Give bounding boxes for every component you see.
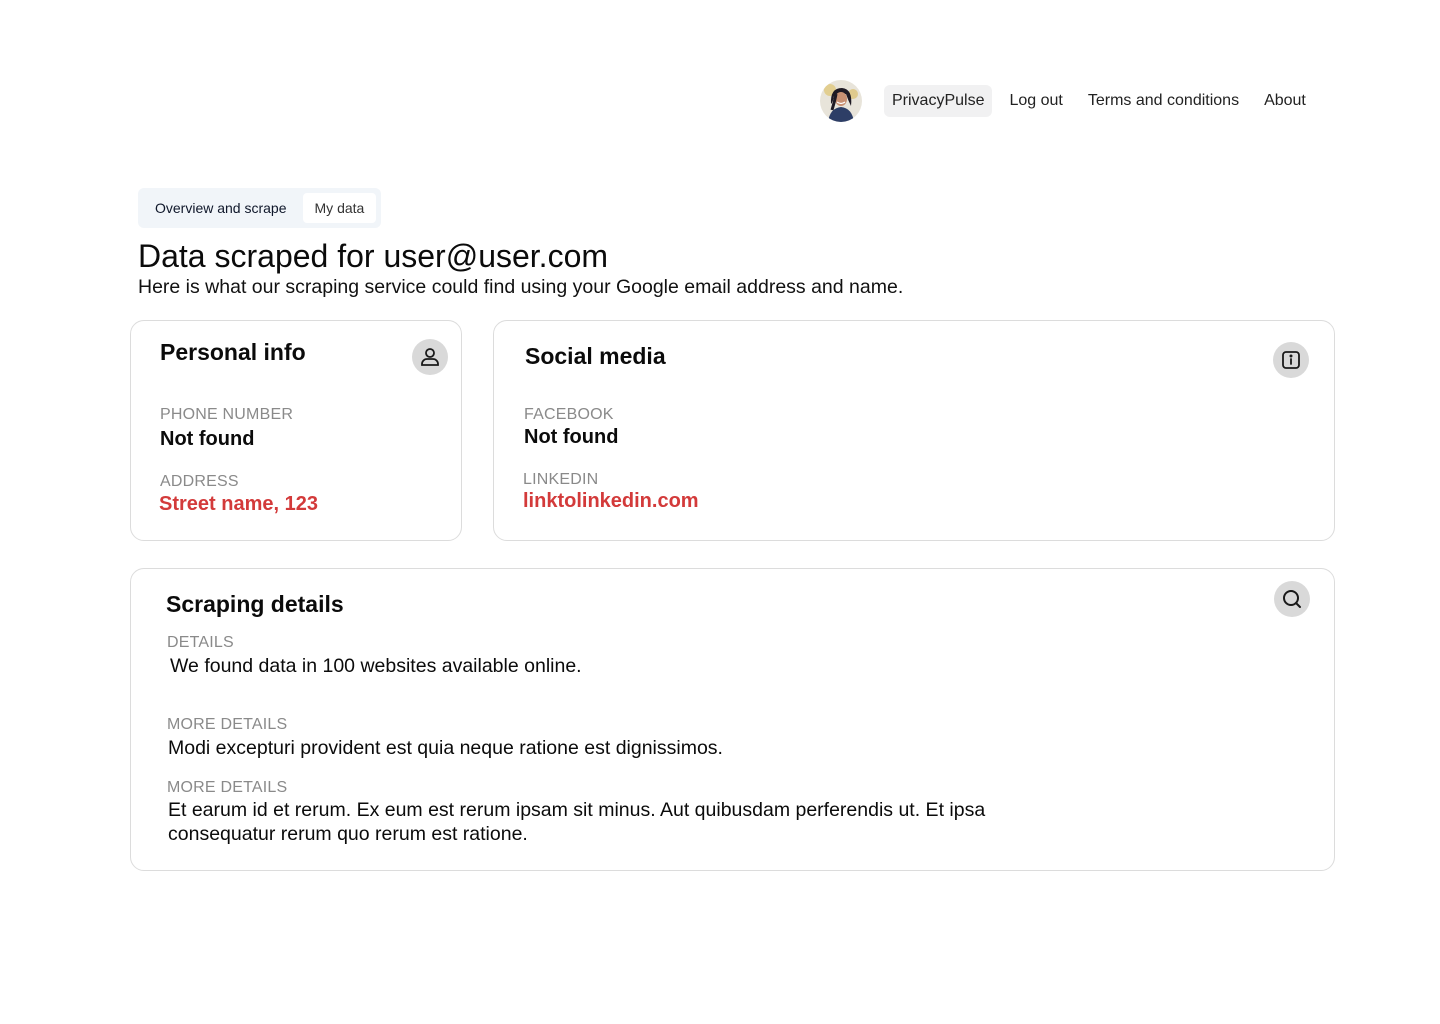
nav-brand-link[interactable]: PrivacyPulse xyxy=(884,85,993,117)
facebook-value: Not found xyxy=(524,426,619,448)
more-details-label-1: MORE DETAILS xyxy=(167,716,288,733)
top-nav: PrivacyPulse Log out Terms and condition… xyxy=(820,80,1323,122)
details-text: We found data in 100 websites available … xyxy=(170,655,582,677)
tab-bar: Overview and scrape My data xyxy=(138,188,382,228)
personal-info-card: Personal info PHONE NUMBER Not found ADD… xyxy=(130,320,462,541)
page: PrivacyPulse Log out Terms and condition… xyxy=(0,0,1440,1024)
facebook-label: FACEBOOK xyxy=(524,406,614,423)
address-label: ADDRESS xyxy=(160,473,239,490)
search-icon[interactable] xyxy=(1274,581,1310,617)
page-subtitle: Here is what our scraping service could … xyxy=(138,276,904,298)
scraping-details-title: Scraping details xyxy=(166,591,344,617)
social-media-card: Social media FACEBOOK Not found LINKEDIN… xyxy=(493,320,1335,541)
phone-number-label: PHONE NUMBER xyxy=(160,406,294,423)
avatar[interactable] xyxy=(820,80,862,122)
tab-my-data[interactable]: My data xyxy=(302,193,377,223)
user-icon[interactable] xyxy=(412,339,448,375)
more-details-text-2: Et earum id et rerum. Ex eum est rerum i… xyxy=(168,799,986,845)
details-label: DETAILS xyxy=(167,634,234,651)
personal-info-title: Personal info xyxy=(160,339,306,365)
more-details-label-2: MORE DETAILS xyxy=(167,779,288,796)
linkedin-label: LINKEDIN xyxy=(523,471,599,488)
phone-number-value: Not found xyxy=(160,428,255,450)
page-title: Data scraped for user@user.com xyxy=(138,238,609,274)
nav-terms-link[interactable]: Terms and conditions xyxy=(1080,85,1247,117)
nav-logout-link[interactable]: Log out xyxy=(1001,85,1070,117)
address-value: Street name, 123 xyxy=(159,493,318,515)
scraping-details-card: Scraping details DETAILS We found data i… xyxy=(130,568,1335,871)
nav-about-link[interactable]: About xyxy=(1256,85,1314,117)
more-details-text-1: Modi excepturi provident est quia neque … xyxy=(168,737,723,759)
info-icon[interactable] xyxy=(1273,342,1309,378)
tab-overview-and-scrape[interactable]: Overview and scrape xyxy=(143,193,299,223)
linkedin-link[interactable]: linktolinkedin.com xyxy=(523,490,699,513)
social-media-title: Social media xyxy=(525,343,666,369)
